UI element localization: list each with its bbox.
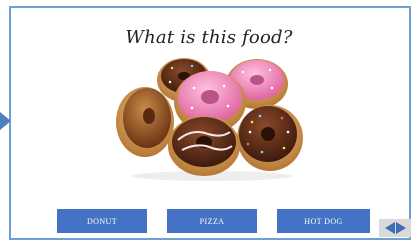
previous-slide-arrow-icon[interactable] (0, 112, 11, 130)
donuts-image (116, 58, 303, 181)
answer-donut-button[interactable]: DONUT (57, 209, 147, 233)
slide-navigation (379, 219, 411, 237)
answer-hot-dog-button[interactable]: HOT DOG (277, 209, 370, 233)
arrow-right-icon[interactable] (395, 222, 406, 234)
arrow-left-icon[interactable] (384, 222, 395, 234)
answer-pizza-button[interactable]: PIZZA (167, 209, 257, 233)
question-title: What is this food? (125, 27, 293, 48)
